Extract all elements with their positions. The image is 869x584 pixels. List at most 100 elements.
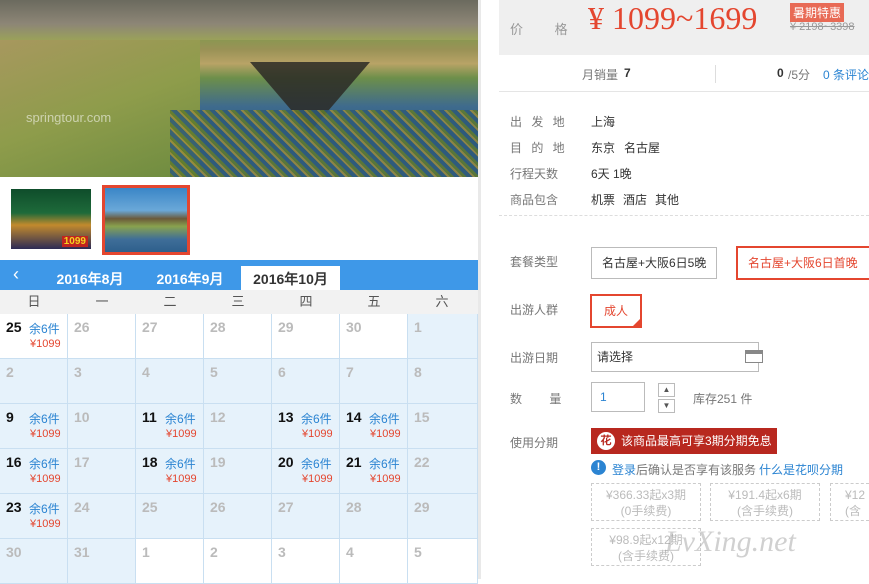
calendar-day-number: 20 bbox=[278, 454, 294, 470]
date-placeholder: 请选择 bbox=[597, 350, 634, 364]
calendar-day-stock: 余6件 bbox=[369, 457, 400, 471]
calendar-day: 25 bbox=[136, 494, 204, 539]
calendar-day: 28 bbox=[204, 314, 272, 359]
calendar-day-available[interactable]: 14 余6件 ¥1099 bbox=[340, 404, 408, 449]
calendar-day: 26 bbox=[68, 314, 136, 359]
calendar-day-available[interactable]: 16 余6件 ¥1099 bbox=[0, 449, 68, 494]
increment-icon[interactable]: ▲ bbox=[658, 383, 675, 397]
weekday: 五 bbox=[367, 294, 381, 309]
package-option[interactable]: 名古屋+大阪6日5晚 bbox=[591, 247, 718, 279]
huabei-help-link[interactable]: 什么是花呗分期 bbox=[759, 461, 843, 478]
calendar-day: 19 bbox=[204, 449, 272, 494]
calendar-icon[interactable] bbox=[745, 350, 763, 363]
installment-option-fee: (含手续费) bbox=[737, 504, 793, 518]
calendar-day-number: 1 bbox=[142, 544, 150, 560]
installment-label: 使用分期 bbox=[510, 436, 559, 450]
calendar-day: 24 bbox=[68, 494, 136, 539]
calendar-day-stock: 余6件 bbox=[301, 457, 332, 471]
includes-value: 机票 bbox=[591, 193, 616, 207]
calendar-day: 28 bbox=[340, 494, 408, 539]
calendar-day-price: ¥1099 bbox=[30, 473, 61, 485]
destination-value: 东京 bbox=[591, 141, 616, 155]
package-option-selected[interactable]: 名古屋+大阪6日首晚 bbox=[736, 246, 869, 280]
calendar-day: 1 bbox=[136, 539, 204, 584]
calendar-day: 6 bbox=[272, 359, 340, 404]
calendar-day-price: ¥1099 bbox=[30, 428, 61, 440]
promo-badge: 暑期特惠 bbox=[790, 3, 845, 22]
calendar-day-number: 16 bbox=[6, 454, 22, 470]
destination-value: 名古屋 bbox=[624, 141, 661, 155]
calendar-day-number: 9 bbox=[6, 409, 14, 425]
quantity-input[interactable]: 1 bbox=[591, 382, 645, 412]
calendar-day-number: 19 bbox=[210, 454, 226, 470]
installment-option[interactable]: ¥366.33起x3期 (0手续费) bbox=[591, 483, 701, 521]
calendar-day-number: 7 bbox=[346, 364, 354, 380]
calendar-day-number: 25 bbox=[142, 499, 158, 515]
calendar-day-number: 4 bbox=[346, 544, 354, 560]
package-option-label: 名古屋+大阪6日首晚 bbox=[748, 256, 858, 270]
calendar-day-number: 3 bbox=[74, 364, 82, 380]
calendar-day-available[interactable]: 21 余6件 ¥1099 bbox=[340, 449, 408, 494]
scrollbar[interactable] bbox=[478, 0, 481, 579]
calendar-day: 26 bbox=[204, 494, 272, 539]
calendar-day-number: 5 bbox=[414, 544, 422, 560]
calendar-day-available[interactable]: 13 余6件 ¥1099 bbox=[272, 404, 340, 449]
reviews-link[interactable]: 0 条评论 bbox=[823, 66, 869, 83]
calendar-day: 17 bbox=[68, 449, 136, 494]
product-main-photo: springtour.com bbox=[0, 0, 478, 177]
calendar-day-available[interactable]: 25 余6件 ¥1099 bbox=[0, 314, 68, 359]
tab-month-oct[interactable]: 2016年10月 bbox=[241, 266, 340, 290]
calendar-day-number: 28 bbox=[210, 319, 226, 335]
tab-month-aug[interactable]: 2016年8月 bbox=[45, 266, 135, 290]
calendar-day-price: ¥1099 bbox=[166, 428, 197, 440]
installment-option[interactable]: ¥12 (含 bbox=[830, 483, 869, 521]
calendar-day: 8 bbox=[408, 359, 478, 404]
monthly-sales-label: 月销量 bbox=[582, 68, 619, 82]
calendar-day-number: 5 bbox=[210, 364, 218, 380]
calendar-day: 4 bbox=[340, 539, 408, 584]
calendar-day-number: 26 bbox=[210, 499, 226, 515]
weekday: 六 bbox=[435, 294, 449, 309]
duration-value: 6天 1晚 bbox=[591, 167, 632, 181]
weekday-header: 日 一 二 三 四 五 六 bbox=[0, 290, 478, 314]
info-icon: ! bbox=[591, 460, 606, 475]
calendar-day-price: ¥1099 bbox=[30, 338, 61, 350]
divider bbox=[715, 65, 716, 83]
decrement-icon[interactable]: ▼ bbox=[658, 399, 675, 413]
calendar-day: 7 bbox=[340, 359, 408, 404]
huabei-icon: 花 bbox=[597, 432, 615, 450]
calendar-day-number: 22 bbox=[414, 454, 430, 470]
date-select-input[interactable]: 请选择 bbox=[591, 342, 763, 372]
calendar-day-available[interactable]: 23 余6件 ¥1099 bbox=[0, 494, 68, 539]
login-link[interactable]: 登录 bbox=[612, 461, 636, 478]
thumbnail-2-selected[interactable] bbox=[102, 185, 190, 255]
calendar-day-price: ¥1099 bbox=[166, 473, 197, 485]
calendar-day-number: 26 bbox=[74, 319, 90, 335]
crowd-option-selected[interactable]: 成人 bbox=[590, 294, 643, 328]
calendar-day-available[interactable]: 18 余6件 ¥1099 bbox=[136, 449, 204, 494]
calendar-day-number: 2 bbox=[210, 544, 218, 560]
calendar-day: 29 bbox=[272, 314, 340, 359]
calendar-day: 31 bbox=[68, 539, 136, 584]
calendar-day-stock: 余6件 bbox=[29, 502, 60, 516]
calendar-grid: 25 余6件 ¥1099 26 27 28 29 30 1 2 3 4 5 6 7 8 9 余6件 ¥1099 10 1… bbox=[0, 314, 478, 584]
calendar-day-price: ¥1099 bbox=[302, 428, 333, 440]
calendar-day-number: 21 bbox=[346, 454, 362, 470]
departure-value: 上海 bbox=[591, 115, 616, 129]
calendar-day: 1 bbox=[408, 314, 478, 359]
calendar-day-number: 6 bbox=[278, 364, 286, 380]
installment-option[interactable]: ¥191.4起x6期 (含手续费) bbox=[710, 483, 820, 521]
calendar-day-stock: 余6件 bbox=[29, 322, 60, 336]
calendar-day-available[interactable]: 11 余6件 ¥1099 bbox=[136, 404, 204, 449]
calendar-day: 27 bbox=[136, 314, 204, 359]
calendar-day-number: 24 bbox=[74, 499, 90, 515]
tab-month-sep[interactable]: 2016年9月 bbox=[145, 266, 235, 290]
calendar-day-available[interactable]: 20 余6件 ¥1099 bbox=[272, 449, 340, 494]
calendar-day: 29 bbox=[408, 494, 478, 539]
stock-text: 库存251 件 bbox=[693, 392, 753, 406]
calendar-day-available[interactable]: 9 余6件 ¥1099 bbox=[0, 404, 68, 449]
chevron-left-icon[interactable]: ‹ bbox=[6, 264, 26, 284]
sales-row bbox=[499, 55, 869, 92]
thumbnail-1[interactable]: 1099 bbox=[11, 189, 91, 249]
date-label: 出游日期 bbox=[510, 351, 559, 365]
